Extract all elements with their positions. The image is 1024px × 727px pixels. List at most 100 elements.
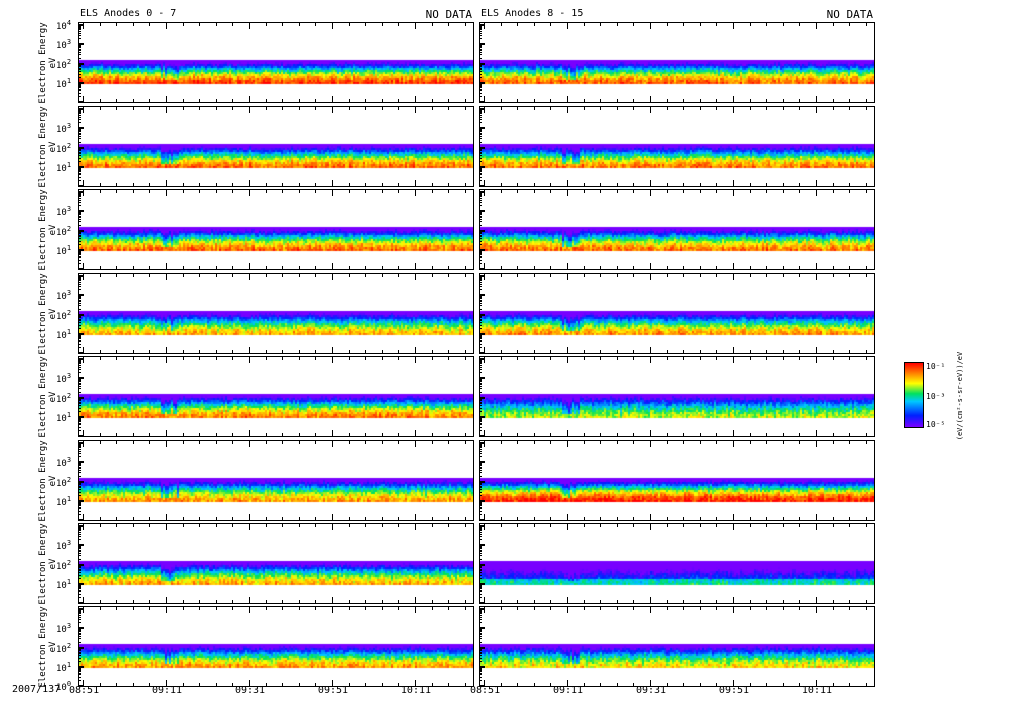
y-minor-tick — [479, 192, 482, 194]
y-major-tick — [78, 127, 84, 130]
y-major-tick — [479, 332, 485, 335]
x-minor-tick — [766, 433, 768, 436]
y-minor-tick — [479, 45, 482, 47]
x-major-tick — [566, 514, 568, 520]
x-minor-tick — [865, 350, 867, 353]
y-minor-tick — [78, 73, 81, 75]
x-minor-tick — [683, 266, 685, 269]
x-minor-tick — [282, 517, 284, 520]
x-minor-tick — [298, 433, 300, 436]
x-top-tick — [683, 607, 685, 610]
x-minor-tick — [215, 99, 217, 102]
x-minor-tick — [199, 433, 201, 436]
x-minor-tick — [116, 99, 118, 102]
x-top-tick — [865, 23, 867, 26]
y-minor-tick — [479, 160, 482, 162]
x-minor-tick — [500, 517, 502, 520]
y-minor-tick — [479, 263, 482, 265]
y-minor-tick — [78, 205, 81, 207]
x-major-tick — [83, 514, 84, 520]
x-top-tick — [799, 357, 801, 360]
x-top-tick — [381, 274, 383, 277]
y-minor-tick — [479, 588, 482, 590]
y-minor-tick — [479, 539, 482, 541]
x-top-tick — [298, 107, 300, 110]
x-minor-tick — [132, 517, 134, 520]
x-top-tick — [232, 441, 234, 444]
y-minor-tick — [78, 609, 81, 611]
x-minor-tick — [116, 350, 118, 353]
y-minor-tick — [479, 501, 482, 503]
x-top-tick — [431, 107, 433, 110]
y-minor-tick — [479, 466, 482, 468]
x-top-tick — [282, 524, 284, 527]
y-major-tick — [479, 294, 485, 297]
y-minor-tick — [78, 289, 81, 291]
x-top-tick — [298, 441, 300, 444]
x-minor-tick — [832, 517, 834, 520]
x-minor-tick — [298, 350, 300, 353]
x-top-tick — [414, 23, 416, 29]
y-minor-tick — [479, 508, 482, 510]
x-top-tick — [732, 524, 734, 530]
y-minor-tick — [479, 468, 482, 470]
y-minor-tick — [78, 113, 81, 115]
x-major-tick — [649, 180, 651, 186]
x-minor-tick — [315, 433, 317, 436]
x-top-tick — [265, 274, 267, 277]
x-top-tick — [782, 357, 784, 360]
y-minor-tick — [78, 447, 81, 449]
y-minor-tick — [78, 505, 81, 507]
y-minor-tick — [479, 491, 482, 493]
x-minor-tick — [348, 350, 350, 353]
y-major-tick — [78, 81, 84, 84]
y-minor-tick — [479, 35, 482, 37]
x-top-tick — [533, 441, 535, 444]
x-top-tick — [448, 524, 450, 527]
x-minor-tick — [616, 183, 618, 186]
x-major-tick — [815, 597, 817, 603]
y-minor-tick — [479, 110, 482, 112]
x-top-tick — [398, 357, 400, 360]
y-minor-tick — [479, 650, 482, 652]
y-minor-tick — [479, 141, 482, 143]
x-top-tick — [749, 607, 751, 610]
x-minor-tick — [799, 99, 801, 102]
y-minor-tick — [479, 577, 482, 579]
y-tick-label: 103 — [56, 289, 72, 303]
x-top-tick — [348, 524, 350, 527]
x-top-tick — [116, 607, 118, 610]
y-minor-tick — [479, 212, 482, 214]
x-minor-tick — [199, 183, 201, 186]
x-minor-tick — [865, 183, 867, 186]
x-major-tick — [815, 347, 817, 353]
y-major-tick — [479, 563, 485, 566]
spectrogram-panel — [78, 440, 474, 521]
x-minor-tick — [550, 99, 552, 102]
y-minor-tick — [479, 634, 482, 636]
y-minor-tick — [78, 64, 81, 66]
x-minor-tick — [398, 183, 400, 186]
x-minor-tick — [149, 600, 151, 603]
y-minor-tick — [78, 96, 81, 98]
y-minor-tick — [479, 584, 482, 586]
y-tick-label: 103 — [56, 38, 72, 52]
x-minor-tick — [716, 266, 718, 269]
y-minor-tick — [78, 327, 81, 329]
x-minor-tick — [116, 183, 118, 186]
x-top-tick — [683, 190, 685, 193]
y-minor-tick — [78, 67, 81, 69]
x-minor-tick — [600, 517, 602, 520]
x-tick-label: 09:11 — [151, 685, 183, 696]
x-top-tick — [282, 441, 284, 444]
y-major-tick — [78, 62, 84, 65]
x-major-tick — [83, 597, 84, 603]
y-minor-tick — [78, 129, 81, 131]
y-tick-label: 102 — [56, 391, 72, 405]
x-top-tick — [849, 274, 851, 277]
x-minor-tick — [583, 517, 585, 520]
x-top-tick — [500, 23, 502, 26]
y-minor-tick — [479, 472, 482, 474]
x-minor-tick — [265, 266, 267, 269]
x-major-tick — [248, 597, 250, 603]
